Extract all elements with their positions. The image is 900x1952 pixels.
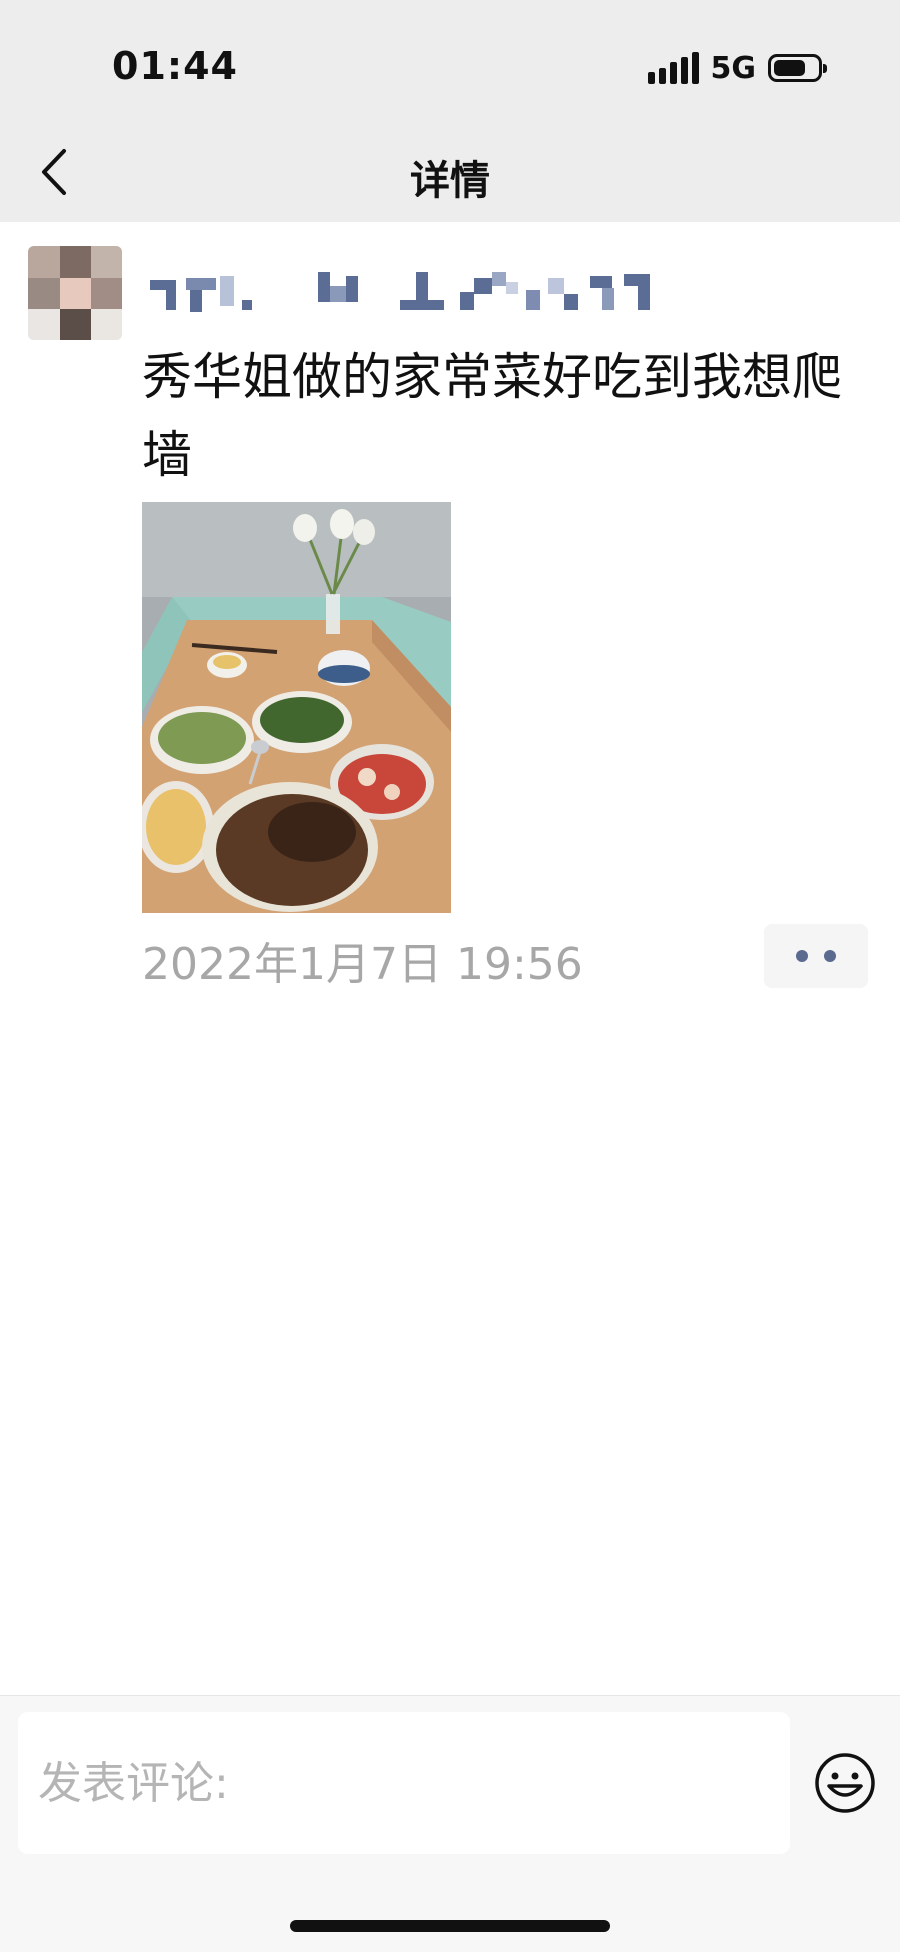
username-pixelated[interactable]: [150, 268, 730, 320]
more-dot: [824, 950, 836, 962]
home-indicator[interactable]: [290, 1920, 610, 1932]
comment-input[interactable]: [18, 1712, 790, 1854]
post-timestamp: 2022年1月7日 19:56: [142, 939, 583, 990]
status-time: 01:44: [112, 44, 238, 88]
emoji-button[interactable]: [814, 1752, 876, 1814]
top-bar: 01:44 5G 详情: [0, 0, 900, 222]
page-title: 详情: [410, 158, 490, 204]
smiley-face-icon: [815, 1753, 875, 1813]
post-text: 秀华姐做的家常菜好吃到我想爬墙: [142, 348, 842, 484]
network-label: 5G: [710, 50, 757, 86]
food-photo-image: [142, 502, 451, 913]
avatar[interactable]: [28, 246, 122, 340]
status-icons: 5G: [647, 48, 827, 88]
pixelated-name-graphic: [150, 272, 650, 312]
food-photo[interactable]: [142, 502, 451, 913]
more-button[interactable]: [764, 924, 868, 988]
battery-icon: [768, 54, 827, 82]
signal-bars-icon: [647, 52, 699, 84]
more-dots-icon: [796, 950, 808, 962]
